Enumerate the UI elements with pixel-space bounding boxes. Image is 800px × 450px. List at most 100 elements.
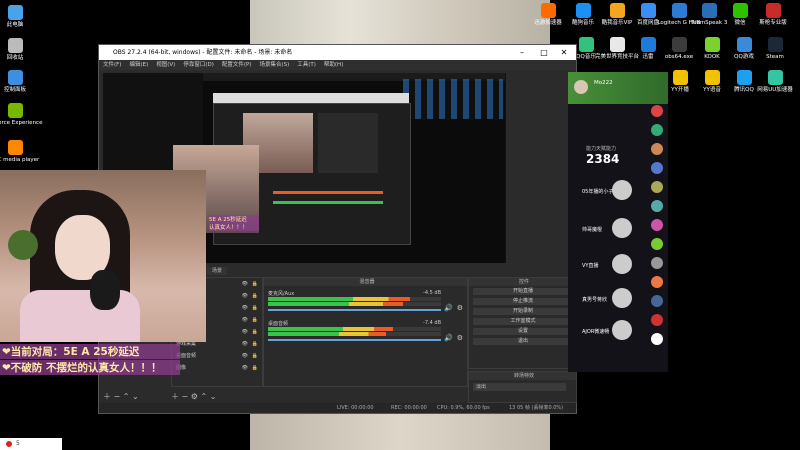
control-button[interactable]: 开始录制: [473, 308, 573, 315]
gear-icon[interactable]: ⚙: [457, 304, 463, 312]
desktop-icon-label: Steam: [766, 54, 784, 60]
lock-icon[interactable]: 🔒: [252, 290, 258, 302]
control-button[interactable]: 设置: [473, 328, 573, 335]
menu-item[interactable]: 帮助(H): [324, 62, 343, 68]
lock-icon[interactable]: 🔒: [252, 362, 258, 374]
control-button[interactable]: 开始直播: [473, 288, 573, 295]
side-action-icon[interactable]: [651, 276, 663, 288]
speaker-icon[interactable]: 🔊: [444, 304, 453, 312]
eye-icon[interactable]: 👁: [242, 362, 248, 374]
speaker-icon[interactable]: 🔊: [444, 334, 453, 342]
lock-icon[interactable]: 🔒: [252, 338, 258, 350]
user-avatar[interactable]: [574, 80, 588, 94]
controls-title: 控件: [469, 278, 576, 286]
lock-icon[interactable]: 🔒: [252, 314, 258, 326]
side-action-icon[interactable]: [651, 200, 663, 212]
lock-icon[interactable]: 🔒: [252, 326, 258, 338]
maximize-button[interactable]: □: [534, 45, 554, 60]
eye-icon[interactable]: 👁: [242, 290, 248, 302]
desktop-icon[interactable]: Steam: [740, 37, 800, 60]
header-username: Mo222: [594, 80, 613, 86]
desktop-icon[interactable]: 斯枪专业版: [738, 3, 800, 26]
side-action-icon[interactable]: [651, 238, 663, 250]
eye-icon[interactable]: 👁: [242, 326, 248, 338]
viewer-label: 能力天赋能力: [586, 146, 617, 152]
scene-tab[interactable]: 场景: [207, 267, 227, 275]
volume-meter: [268, 297, 441, 301]
chat-user-row[interactable]: 05年播的小子: [582, 180, 662, 206]
menu-item[interactable]: 停靠窗口(D): [183, 62, 214, 68]
transitions-panel: 转场特效 淡出: [468, 371, 577, 403]
control-button[interactable]: 停止推流: [473, 298, 573, 305]
obs-window-title: OBS 27.2.4 (64-bit, windows) - 配置文件: 未命名…: [113, 49, 293, 56]
control-button[interactable]: 退出: [473, 338, 573, 345]
side-action-icon[interactable]: [651, 295, 663, 307]
app-icon: [6, 441, 12, 447]
lock-icon[interactable]: 🔒: [252, 302, 258, 314]
overlay-line-2: ❤不破防 不摆烂的认真女人！！！: [0, 360, 180, 375]
chat-user-row[interactable]: AJOR微速畅: [582, 320, 662, 346]
wallpaper-video-bottom: [250, 412, 550, 450]
eye-icon[interactable]: 👁: [242, 350, 248, 362]
eye-icon[interactable]: 👁: [242, 338, 248, 350]
desktop-icon-label: 此电脑: [6, 22, 24, 28]
obs-titlebar[interactable]: OBS 27.2.4 (64-bit, windows) - 配置文件: 未命名…: [99, 45, 576, 60]
track-db: -7.4 dB: [423, 320, 441, 326]
eye-icon[interactable]: 👁: [242, 314, 248, 326]
volume-level: [268, 302, 403, 306]
side-action-icon[interactable]: [651, 143, 663, 155]
live-status: LIVE: 00:00:00: [337, 405, 374, 411]
user-avatar: [612, 288, 632, 308]
volume-slider[interactable]: [268, 309, 441, 311]
transitions-title: 转场特效: [469, 372, 576, 380]
chat-user-row[interactable]: 帅哥魔棍: [582, 218, 662, 244]
source-row[interactable]: 图像 👁 🔒: [172, 362, 262, 374]
minimize-button[interactable]: –: [512, 45, 532, 60]
desktop-icon[interactable]: VLC media player: [0, 140, 50, 163]
desktop-icon[interactable]: 回收站: [0, 38, 50, 61]
menu-item[interactable]: 文件(F): [103, 62, 121, 68]
side-action-icon[interactable]: [651, 181, 663, 193]
user-name: VY直播: [582, 263, 599, 269]
menu-item[interactable]: 配置文件(P): [222, 62, 252, 68]
side-action-icon[interactable]: [651, 314, 663, 326]
desktop-icon[interactable]: 此电脑: [0, 5, 50, 28]
desktop-icon[interactable]: 网易UU加速器: [740, 70, 800, 93]
app-icon: [767, 70, 783, 85]
side-action-icon[interactable]: [651, 124, 663, 136]
close-button[interactable]: ✕: [554, 45, 574, 60]
gear-icon[interactable]: ⚙: [457, 334, 463, 342]
menu-item[interactable]: 编辑(E): [129, 62, 148, 68]
volume-slider[interactable]: [268, 339, 441, 341]
taskbar-fragment[interactable]: 5: [0, 438, 62, 450]
user-name: AJOR微速畅: [582, 329, 610, 335]
desktop-icon[interactable]: GeForce Experience: [0, 103, 50, 126]
lock-icon[interactable]: 🔒: [252, 278, 258, 290]
side-action-icon[interactable]: [651, 105, 663, 117]
side-action-icon[interactable]: [651, 162, 663, 174]
track-db: -4.5 dB: [423, 290, 441, 296]
lock-icon[interactable]: 🔒: [252, 350, 258, 362]
side-action-icon[interactable]: [651, 333, 663, 345]
chat-user-row[interactable]: VY直播: [582, 254, 662, 280]
menu-item[interactable]: 场景集合(S): [259, 62, 289, 68]
chat-user-row[interactable]: 真男号蒋欣: [582, 288, 662, 314]
eye-icon[interactable]: 👁: [242, 278, 248, 290]
desktop-icon[interactable]: 控制面板: [0, 70, 50, 93]
volume-level: [268, 332, 387, 336]
transition-select[interactable]: 淡出: [473, 383, 566, 391]
obs-menubar: 文件(F) 编辑(E) 视图(V) 停靠窗口(D) 配置文件(P) 场景集合(S) 工具(T…: [99, 60, 576, 70]
desktop-icon-label: 回收站: [6, 55, 24, 61]
source-add-toolbar[interactable]: ＋ − ⚙ ⌃ ⌄: [171, 391, 216, 402]
control-button[interactable]: 工作室模式: [473, 318, 573, 325]
app-icon: [7, 140, 23, 155]
menu-item[interactable]: 工具(T): [297, 62, 316, 68]
menu-item[interactable]: 视图(V): [156, 62, 175, 68]
volume-level: [268, 297, 410, 301]
side-action-icon[interactable]: [651, 219, 663, 231]
side-action-icon[interactable]: [651, 257, 663, 269]
user-avatar: [612, 320, 632, 340]
scene-add-toolbar[interactable]: ＋ − ⌃ ⌄: [103, 391, 139, 402]
source-row[interactable]: 桌面音频 👁 🔒: [172, 350, 262, 362]
eye-icon[interactable]: 👁: [242, 302, 248, 314]
